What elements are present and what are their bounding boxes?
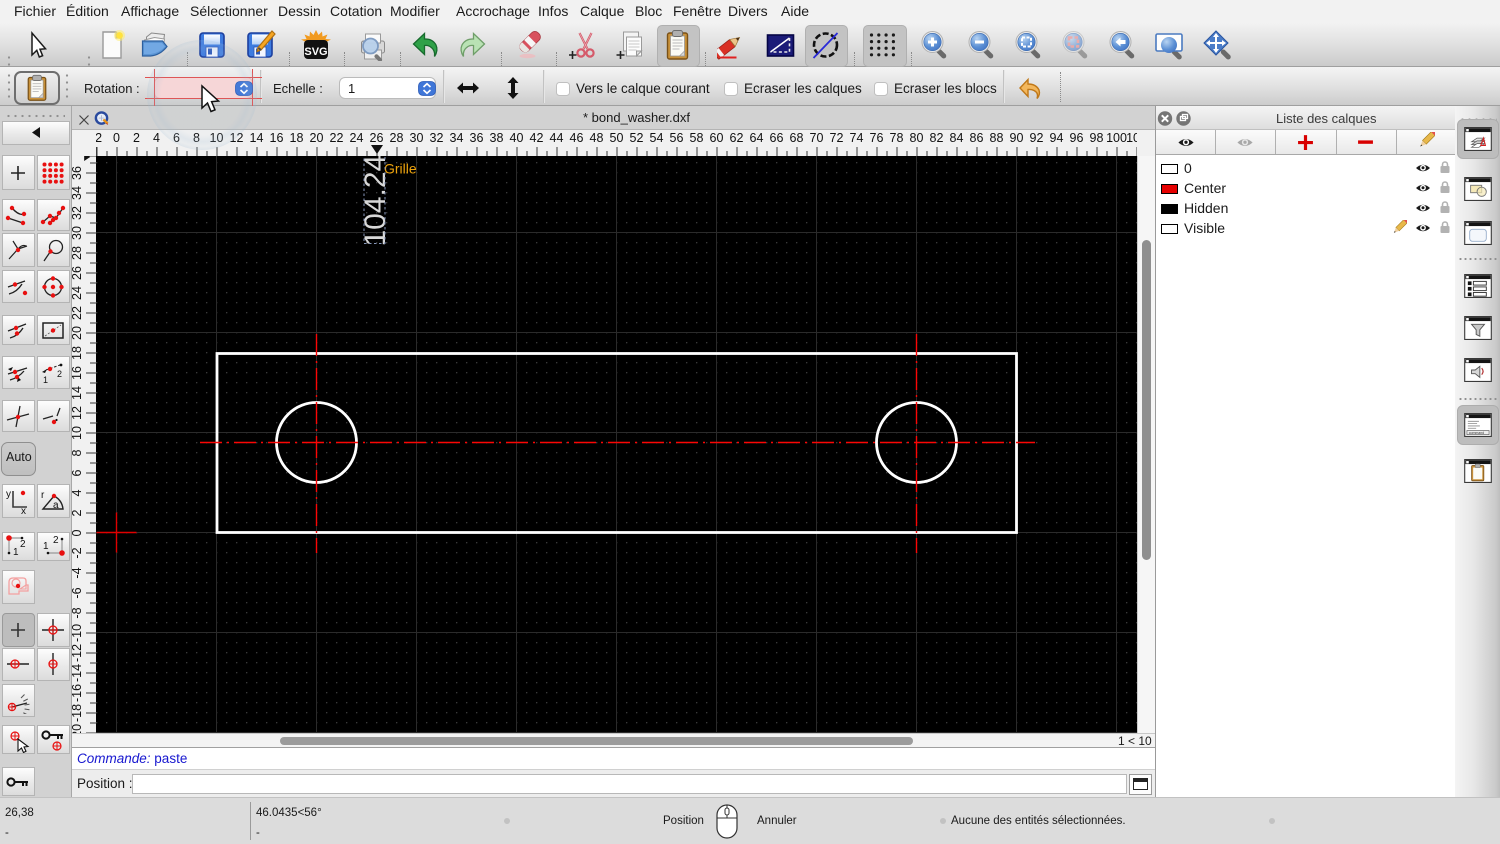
svg-text:2: 2: [20, 539, 26, 550]
svg-text:1: 1: [13, 547, 19, 558]
svg-text:x: x: [21, 506, 26, 514]
svg-text:a: a: [53, 500, 59, 511]
svg-text:1: 1: [43, 541, 49, 552]
svg-text:command: command: [1469, 431, 1484, 435]
svg-text:2: 2: [57, 369, 62, 379]
svg-text:SVG: SVG: [304, 46, 327, 58]
svg-text:1: 1: [43, 375, 48, 385]
svg-text:2: 2: [53, 535, 59, 546]
svg-text:y: y: [6, 489, 11, 500]
svg-text:r: r: [41, 490, 45, 501]
